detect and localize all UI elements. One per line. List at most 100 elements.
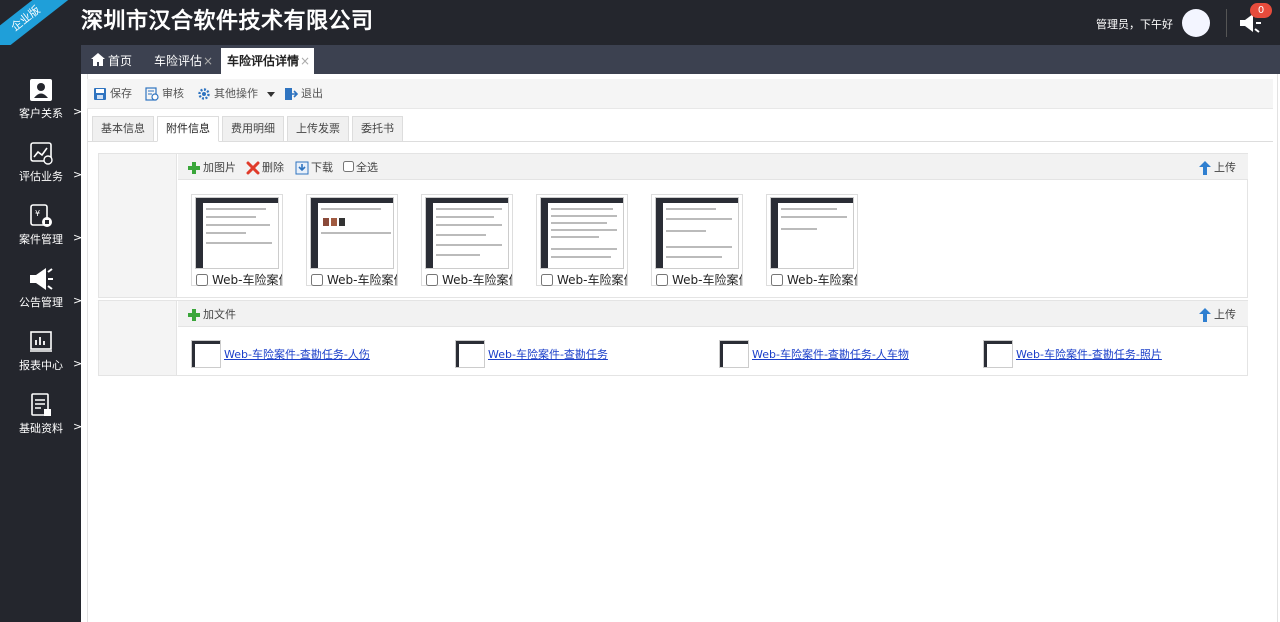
image-thumbnail[interactable]: Web-车险案件 — [306, 194, 398, 288]
file-item[interactable]: Web-车险案件-查勘任务 — [455, 339, 608, 369]
thumbnail-checkbox[interactable] — [771, 273, 783, 286]
section-label-column — [99, 301, 177, 375]
tab-label: 首页 — [108, 54, 133, 68]
plus-icon — [188, 162, 200, 174]
tab-label: 车险评估详情 — [227, 54, 300, 68]
thumbnail-caption[interactable]: Web-车险案件 — [771, 271, 857, 288]
select-all-input[interactable] — [343, 161, 354, 172]
tab-upload-invoice[interactable]: 上传发票 — [287, 116, 349, 142]
thumbnail-caption[interactable]: Web-车险案件 — [311, 271, 397, 288]
section-label-column — [99, 154, 177, 297]
file-thumbnail — [455, 340, 485, 368]
screenshot-preview — [540, 197, 624, 269]
report-icon — [30, 331, 52, 352]
upload-arrow-icon — [1199, 307, 1211, 322]
file-item[interactable]: Web-车险案件-查勘任务-人车物 — [719, 339, 909, 369]
close-icon[interactable]: × — [300, 54, 310, 68]
download-icon — [295, 161, 309, 175]
sidebar-item-customer[interactable]: 客户关系 > — [0, 77, 82, 135]
document-icon — [31, 393, 51, 416]
sidebar-item-basics[interactable]: 基础资料 > — [0, 392, 82, 450]
megaphone-icon — [30, 268, 53, 290]
screenshot-preview — [425, 197, 509, 269]
add-file-button[interactable]: 加文件 — [187, 307, 236, 323]
image-attachments-section: 加图片 删除 下载 全选 上传 Web-车险案 Web-车险案 Web-车险案 … — [98, 153, 1248, 298]
file-thumbnail — [719, 340, 749, 368]
close-icon[interactable]: × — [203, 54, 213, 68]
svg-text:¥: ¥ — [35, 209, 40, 218]
sidebar-item-assessment[interactable]: 评估业务 > — [0, 140, 82, 198]
tab-fee-details[interactable]: 费用明细 — [222, 116, 284, 142]
sidebar: 客户关系 > 评估业务 > ¥ 案件管理 > 公告管理 > 报表中心 > 基础资… — [0, 45, 82, 622]
exit-button[interactable]: 退出 — [284, 86, 323, 104]
file-link[interactable]: Web-车险案件-查勘任务 — [488, 346, 608, 362]
case-icon: ¥ — [30, 204, 52, 227]
tab-label: 车险评估 — [154, 54, 203, 68]
image-section-toolbar: 加图片 删除 下载 全选 上传 — [178, 154, 1248, 180]
sidebar-item-reports[interactable]: 报表中心 > — [0, 329, 82, 387]
contact-icon — [30, 79, 52, 101]
sidebar-item-label: 公告管理 — [19, 296, 63, 309]
plus-icon — [188, 309, 200, 321]
thumbnail-caption[interactable]: Web-车险案件 — [541, 271, 627, 288]
select-all-checkbox[interactable]: 全选 — [343, 160, 378, 176]
notice-count-badge[interactable]: 0 — [1250, 3, 1272, 18]
tab-car-insurance-assessment[interactable]: 车险评估× — [154, 48, 213, 74]
action-toolbar: 保存 审核 其他操作 退出 — [87, 79, 1273, 109]
file-attachments-section: 加文件 上传 Web-车险案件-查勘任务-人伤 Web-车险案件-查勘任务 We… — [98, 300, 1248, 376]
delete-icon — [246, 161, 260, 175]
thumbnail-caption[interactable]: Web-车险案件 — [196, 271, 282, 288]
upload-arrow-icon — [1199, 160, 1211, 175]
main-content: 保存 审核 其他操作 退出 基本信息 附件信息 费用明细 上传发票 委托书 加图… — [81, 74, 1280, 622]
user-greeting[interactable]: 管理员，下午好 — [1096, 16, 1173, 32]
file-thumbnail — [191, 340, 221, 368]
more-actions-dropdown[interactable]: 其他操作 — [197, 86, 279, 104]
header-divider — [1226, 9, 1227, 37]
tab-home[interactable]: 首页 — [91, 48, 132, 74]
top-header: 企业版 深圳市汉合软件技术有限公司 管理员，下午好 0 — [0, 0, 1280, 58]
image-thumbnail[interactable]: Web-车险案件 — [536, 194, 628, 288]
delete-button[interactable]: 删除 — [246, 160, 284, 176]
sidebar-item-announcements[interactable]: 公告管理 > — [0, 266, 82, 324]
sidebar-item-cases[interactable]: ¥ 案件管理 > — [0, 203, 82, 261]
thumbnail-checkbox[interactable] — [311, 273, 323, 286]
image-thumbnail[interactable]: Web-车险案件 — [651, 194, 743, 288]
page-tab-bar: 首页 车险评估× 车险评估详情× — [81, 45, 1280, 74]
thumbnail-caption[interactable]: Web-车险案件 — [426, 271, 512, 288]
audit-button[interactable]: 审核 — [145, 86, 184, 104]
tab-attachments[interactable]: 附件信息 — [157, 116, 219, 142]
sidebar-item-label: 基础资料 — [19, 422, 63, 435]
save-icon — [94, 88, 106, 100]
avatar[interactable] — [1182, 9, 1210, 37]
file-item[interactable]: Web-车险案件-查勘任务-照片 — [983, 339, 1162, 369]
tab-car-insurance-detail[interactable]: 车险评估详情× — [221, 48, 315, 74]
audit-icon — [145, 87, 159, 101]
exit-icon — [285, 88, 299, 100]
screenshot-preview — [310, 197, 394, 269]
upload-file-button[interactable]: 上传 — [1198, 307, 1236, 323]
tab-power-of-attorney[interactable]: 委托书 — [352, 116, 403, 142]
add-image-button[interactable]: 加图片 — [187, 160, 236, 176]
sidebar-item-label: 客户关系 — [19, 107, 63, 120]
file-link[interactable]: Web-车险案件-查勘任务-人伤 — [224, 346, 370, 362]
thumbnail-checkbox[interactable] — [541, 273, 553, 286]
sidebar-item-label: 评估业务 — [19, 170, 63, 183]
sidebar-item-label: 案件管理 — [19, 233, 63, 246]
caret-down-icon — [266, 92, 275, 97]
file-link[interactable]: Web-车险案件-查勘任务-人车物 — [752, 346, 909, 362]
thumbnail-checkbox[interactable] — [656, 273, 668, 286]
download-button[interactable]: 下载 — [295, 160, 333, 176]
save-button[interactable]: 保存 — [93, 86, 132, 104]
image-thumbnail[interactable]: Web-车险案件 — [191, 194, 283, 288]
thumbnail-checkbox[interactable] — [426, 273, 438, 286]
tab-basic-info[interactable]: 基本信息 — [92, 116, 154, 142]
thumbnail-checkbox[interactable] — [196, 273, 208, 286]
file-link[interactable]: Web-车险案件-查勘任务-照片 — [1016, 346, 1162, 362]
upload-image-button[interactable]: 上传 — [1198, 160, 1236, 176]
company-name: 深圳市汉合软件技术有限公司 — [81, 9, 374, 34]
image-thumbnail[interactable]: Web-车险案件 — [766, 194, 858, 288]
file-section-toolbar: 加文件 上传 — [178, 301, 1248, 327]
thumbnail-caption[interactable]: Web-车险案件 — [656, 271, 742, 288]
image-thumbnail[interactable]: Web-车险案件 — [421, 194, 513, 288]
file-item[interactable]: Web-车险案件-查勘任务-人伤 — [191, 339, 370, 369]
